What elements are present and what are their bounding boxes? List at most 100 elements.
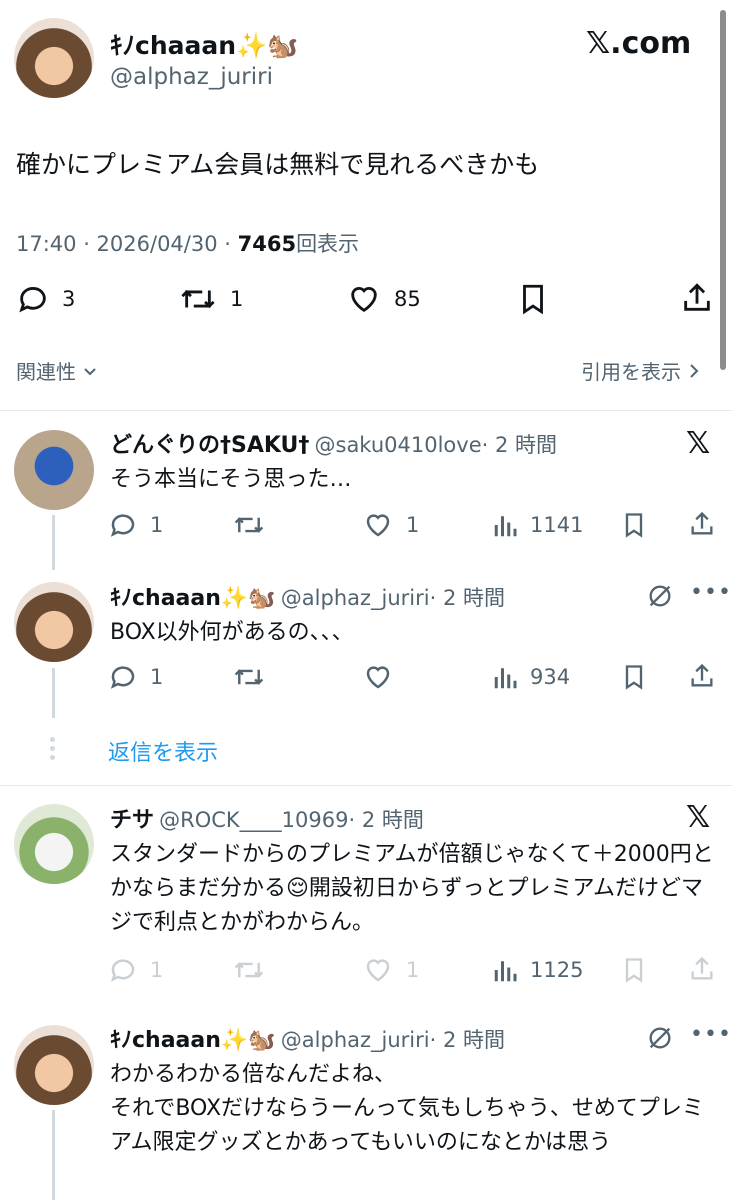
avatar[interactable] bbox=[14, 18, 94, 98]
author-name-emoji: ✨🐿️ bbox=[236, 31, 299, 60]
scrollbar[interactable] bbox=[720, 10, 726, 370]
share-icon[interactable] bbox=[688, 660, 716, 692]
grok-icon[interactable] bbox=[646, 1024, 674, 1052]
tweet-text: 確かにプレミアム会員は無料で見れるべきかも bbox=[16, 150, 540, 179]
reply-author-name[interactable]: ｷﾉchaaan✨🐿️ bbox=[110, 1028, 276, 1053]
tweet-meta: 17:40 · 2026/04/30 · 7465回表示 bbox=[16, 228, 359, 258]
reply-author-name[interactable]: チサ bbox=[110, 808, 154, 833]
views-icon bbox=[492, 510, 518, 540]
retweet-count: 1 bbox=[230, 287, 244, 311]
reply-text-line: それでBOXだけならうーんって気もしちゃう、せめてプレミアム限定グッズとかあって… bbox=[110, 1096, 704, 1155]
avatar[interactable] bbox=[14, 804, 94, 884]
x-logo-icon: 𝕏 bbox=[686, 426, 711, 461]
share-icon[interactable] bbox=[688, 508, 716, 540]
share-icon[interactable] bbox=[680, 280, 714, 316]
bookmark-icon[interactable] bbox=[620, 510, 648, 540]
reply-author-name-text: ｷﾉchaaan bbox=[110, 586, 221, 611]
reply-time: · 2 時間 bbox=[348, 808, 424, 832]
reply-count: 1 bbox=[150, 958, 164, 982]
reply-time: · 2 時間 bbox=[429, 586, 506, 610]
reply-header: チサ @ROCK____10969· 2 時間 bbox=[110, 802, 424, 834]
more-icon[interactable]: ••• bbox=[690, 580, 732, 605]
retweet-icon[interactable] bbox=[232, 955, 266, 985]
reply-time: · 2 時間 bbox=[429, 1028, 506, 1052]
view-label: 回表示 bbox=[296, 232, 360, 256]
retweet-icon[interactable] bbox=[232, 510, 266, 540]
reply-handle[interactable]: @alphaz_juriri bbox=[281, 586, 430, 610]
heart-icon bbox=[362, 955, 394, 985]
avatar[interactable] bbox=[14, 582, 94, 662]
reply-header: ｷﾉchaaan✨🐿️ @alphaz_juriri· 2 時間 bbox=[110, 1022, 505, 1054]
reply-button[interactable]: 3 bbox=[16, 282, 75, 316]
view-count: 934 bbox=[530, 665, 571, 689]
reply-icon bbox=[16, 282, 50, 316]
like-count: 1 bbox=[406, 958, 420, 982]
reply-icon bbox=[108, 662, 138, 692]
sort-label: 関連性 bbox=[16, 360, 76, 384]
bookmark-icon[interactable] bbox=[516, 282, 550, 316]
bookmark-icon[interactable] bbox=[620, 662, 648, 692]
author-name[interactable]: ｷﾉchaaan✨🐿️ bbox=[110, 26, 298, 62]
bookmark-icon[interactable] bbox=[620, 955, 648, 985]
thread-line bbox=[52, 668, 55, 718]
view-count: 1125 bbox=[530, 958, 584, 982]
more-icon[interactable]: ••• bbox=[690, 1022, 732, 1047]
reply-button[interactable]: 1 bbox=[108, 955, 163, 985]
views-icon bbox=[492, 662, 518, 692]
like-button[interactable]: 1 bbox=[362, 510, 419, 540]
heart-icon bbox=[346, 282, 382, 316]
reply-icon bbox=[108, 955, 138, 985]
view-count: 7465 bbox=[237, 232, 297, 256]
reply-handle[interactable]: @alphaz_juriri bbox=[281, 1028, 430, 1052]
reply-time: · 2 時間 bbox=[481, 433, 557, 457]
chevron-right-icon bbox=[687, 362, 701, 380]
author-handle[interactable]: @alphaz_juriri bbox=[110, 64, 273, 90]
reply-count: 1 bbox=[150, 513, 164, 537]
views-button[interactable]: 1125 bbox=[492, 955, 583, 985]
reply-button[interactable]: 1 bbox=[108, 510, 163, 540]
share-icon[interactable] bbox=[688, 953, 716, 985]
reply-author-name[interactable]: ｷﾉchaaan✨🐿️ bbox=[110, 586, 276, 611]
thread-line bbox=[52, 515, 55, 570]
like-button[interactable]: 85 bbox=[346, 282, 421, 316]
grok-icon[interactable] bbox=[646, 582, 674, 610]
like-count: 85 bbox=[394, 287, 421, 311]
reply-count: 1 bbox=[150, 665, 164, 689]
like-count: 1 bbox=[406, 513, 420, 537]
views-button[interactable]: 934 bbox=[492, 662, 570, 692]
tweet-time[interactable]: 17:40 · 2026/04/30 · bbox=[16, 232, 238, 256]
reply-handle[interactable]: @ROCK____10969 bbox=[159, 808, 348, 832]
x-logo-icon: 𝕏 bbox=[686, 800, 711, 835]
retweet-button[interactable]: 1 bbox=[178, 282, 243, 316]
view-quotes-label: 引用を表示 bbox=[581, 360, 681, 384]
thread-line bbox=[52, 1110, 55, 1200]
reply-author-name-emoji: ✨🐿️ bbox=[220, 1028, 276, 1053]
heart-icon bbox=[362, 510, 394, 540]
view-quotes-link[interactable]: 引用を表示 bbox=[581, 356, 701, 385]
sort-dropdown[interactable]: 関連性 bbox=[16, 356, 98, 385]
reply-text: わかるわかる倍なんだよね、 それでBOXだけならうーんって気もしちゃう、せめてプ… bbox=[110, 1058, 720, 1160]
divider bbox=[0, 410, 732, 411]
views-button[interactable]: 1141 bbox=[492, 510, 583, 540]
reply-author-name[interactable]: どんぐりの†SAKU† bbox=[110, 433, 309, 458]
view-count: 1141 bbox=[530, 513, 584, 537]
show-replies-link[interactable]: 返信を表示 bbox=[108, 735, 218, 767]
retweet-icon[interactable] bbox=[232, 662, 266, 692]
chevron-down-icon bbox=[82, 363, 98, 379]
author-name-text: ｷﾉchaaan bbox=[110, 31, 237, 60]
reply-handle[interactable]: @saku0410love bbox=[315, 433, 482, 457]
reply-button[interactable]: 1 bbox=[108, 662, 163, 692]
reply-header: どんぐりの†SAKU† @saku0410love· 2 時間 bbox=[110, 427, 557, 459]
site-logo: 𝕏.com bbox=[586, 26, 692, 61]
reply-text: そう本当にそう思った… bbox=[110, 467, 352, 492]
reply-count: 3 bbox=[62, 287, 76, 311]
divider bbox=[0, 785, 732, 786]
like-button[interactable]: 1 bbox=[362, 955, 419, 985]
reply-text-line: わかるわかる倍なんだよね、 bbox=[110, 1062, 397, 1087]
avatar[interactable] bbox=[14, 1025, 94, 1105]
retweet-icon bbox=[178, 282, 218, 316]
avatar[interactable] bbox=[14, 430, 94, 510]
heart-icon[interactable] bbox=[362, 662, 394, 692]
reply-author-name-text: ｷﾉchaaan bbox=[110, 1028, 221, 1053]
reply-text: スタンダードからのプレミアムが倍額じゃなくて＋2000円とかならまだ分かる😌開設… bbox=[110, 842, 714, 935]
